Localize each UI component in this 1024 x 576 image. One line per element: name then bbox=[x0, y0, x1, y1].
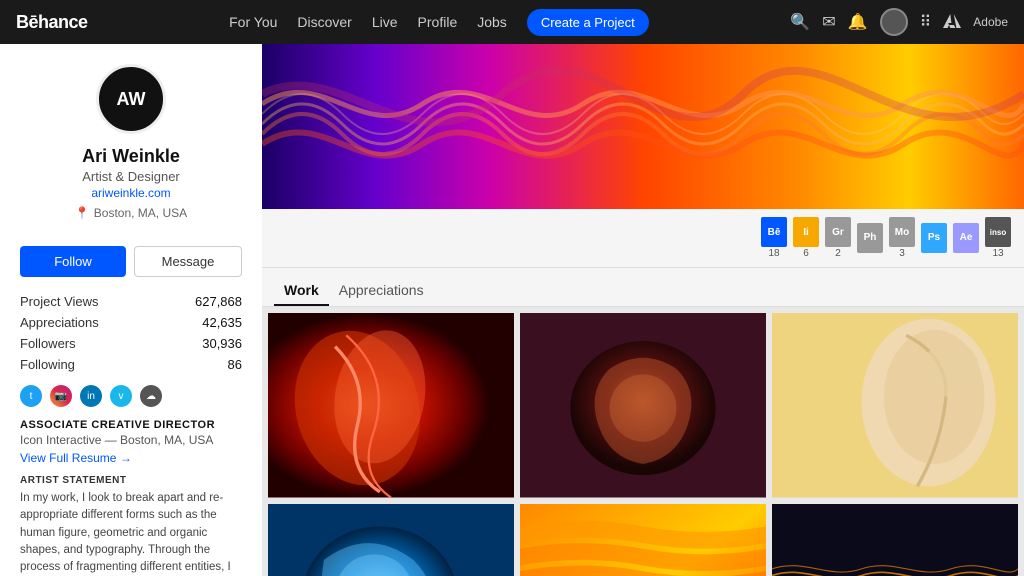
gallery-grid bbox=[262, 307, 1024, 576]
badge-ps[interactable]: Ps bbox=[920, 223, 948, 254]
profile-name: Ari Weinkle bbox=[20, 146, 242, 167]
gallery-item-5[interactable] bbox=[520, 504, 766, 576]
cover-image bbox=[262, 44, 1024, 209]
ps-badge-icon: Ps bbox=[921, 223, 947, 253]
job-section: Associate Creative Director Icon Interac… bbox=[20, 419, 242, 465]
illustrator-badge-icon: Ii bbox=[793, 217, 819, 247]
artist-statement-text: In my work, I look to break apart and re… bbox=[20, 490, 242, 576]
nav-profile[interactable]: Profile bbox=[418, 14, 458, 30]
gr-badge-icon: Gr bbox=[825, 217, 851, 247]
badge-gr[interactable]: Gr 2 bbox=[824, 217, 852, 259]
nav-for-you[interactable]: For You bbox=[229, 14, 277, 30]
badge-behance[interactable]: Bē 18 bbox=[760, 217, 788, 259]
illustrator-badge-count: 6 bbox=[803, 248, 809, 259]
mo-badge-count: 3 bbox=[899, 248, 905, 259]
search-icon[interactable]: 🔍 bbox=[790, 12, 810, 32]
gallery-item-6[interactable] bbox=[772, 504, 1018, 576]
profile-header: AW Ari Weinkle Artist & Designer ariwein… bbox=[0, 44, 262, 232]
user-avatar[interactable] bbox=[880, 8, 908, 36]
inso-badge-icon: inso bbox=[985, 217, 1011, 247]
cover-art bbox=[262, 44, 1024, 209]
linkedin-icon[interactable]: in bbox=[80, 385, 102, 407]
social-icons: t 📷 in v ☁ bbox=[20, 385, 242, 407]
mo-badge-icon: Mo bbox=[889, 217, 915, 247]
other-social-icon[interactable]: ☁ bbox=[140, 385, 162, 407]
nav-live[interactable]: Live bbox=[372, 14, 398, 30]
stats-table: Project Views 627,868 Appreciations 42,6… bbox=[20, 291, 242, 375]
tabs-row: Work Appreciations bbox=[262, 268, 1024, 307]
ph-badge-icon: Ph bbox=[857, 223, 883, 253]
follow-button[interactable]: Follow bbox=[20, 246, 126, 277]
profile-sidebar: AW Ari Weinkle Artist & Designer ariwein… bbox=[0, 44, 262, 576]
gallery-item-2[interactable] bbox=[520, 313, 766, 498]
vimeo-icon[interactable]: v bbox=[110, 385, 132, 407]
main-layout: AW Ari Weinkle Artist & Designer ariwein… bbox=[0, 44, 1024, 576]
grid-icon[interactable]: ⠿ bbox=[920, 12, 932, 32]
inso-badge-count: 13 bbox=[992, 248, 1003, 259]
twitter-icon[interactable]: t bbox=[20, 385, 42, 407]
gallery-art-3 bbox=[772, 313, 1018, 498]
gallery-art-5 bbox=[520, 504, 766, 576]
mail-icon[interactable]: ✉ bbox=[822, 12, 835, 32]
artist-statement-label: ARTIST STATEMENT bbox=[20, 475, 242, 486]
cover-svg bbox=[262, 44, 1024, 209]
navbar: Bēhance For You Discover Live Profile Jo… bbox=[0, 0, 1024, 44]
create-project-button[interactable]: Create a Project bbox=[527, 9, 649, 36]
profile-website[interactable]: ariweinkle.com bbox=[20, 186, 242, 200]
instagram-icon[interactable]: 📷 bbox=[50, 385, 72, 407]
gallery-art-2 bbox=[520, 313, 766, 498]
gallery-art-6 bbox=[772, 504, 1018, 576]
profile-actions: Follow Message bbox=[20, 246, 242, 277]
stat-project-views: Project Views 627,868 bbox=[20, 291, 242, 312]
profile-location: 📍 Boston, MA, USA bbox=[20, 206, 242, 220]
gallery-art-4 bbox=[268, 504, 514, 576]
badge-mo[interactable]: Mo 3 bbox=[888, 217, 916, 259]
tab-work[interactable]: Work bbox=[274, 276, 329, 306]
message-button[interactable]: Message bbox=[134, 246, 242, 277]
behance-badge-count: 18 bbox=[768, 248, 779, 259]
adobe-logo-icon bbox=[943, 12, 961, 33]
nav-jobs[interactable]: Jobs bbox=[477, 14, 507, 30]
stat-followers: Followers 30,936 bbox=[20, 333, 242, 354]
behance-badge-icon: Bē bbox=[761, 217, 787, 247]
gallery-item-1[interactable] bbox=[268, 313, 514, 498]
profile-avatar: AW bbox=[96, 64, 166, 134]
stat-appreciations: Appreciations 42,635 bbox=[20, 312, 242, 333]
profile-title: Artist & Designer bbox=[20, 169, 242, 184]
badge-ae[interactable]: Ae bbox=[952, 223, 980, 254]
notification-icon[interactable]: 🔔 bbox=[848, 12, 868, 32]
navbar-right: 🔍 ✉ 🔔 ⠿ Adobe bbox=[790, 8, 1008, 36]
ae-badge-icon: Ae bbox=[953, 223, 979, 253]
avatar-initials: AW bbox=[117, 89, 146, 110]
gallery-art-1 bbox=[268, 313, 514, 498]
stat-following: Following 86 bbox=[20, 354, 242, 375]
tab-appreciations[interactable]: Appreciations bbox=[329, 276, 434, 306]
view-resume-link[interactable]: View Full Resume → bbox=[20, 451, 242, 465]
badge-ph[interactable]: Ph bbox=[856, 223, 884, 254]
badge-illustrator[interactable]: Ii 6 bbox=[792, 217, 820, 259]
nav-discover[interactable]: Discover bbox=[297, 14, 351, 30]
badges-row: Bē 18 Ii 6 Gr 2 Ph Mo 3 Ps bbox=[262, 209, 1024, 268]
gallery-item-4[interactable] bbox=[268, 504, 514, 576]
adobe-label: Adobe bbox=[973, 15, 1008, 29]
brand-logo[interactable]: Bēhance bbox=[16, 12, 88, 33]
location-pin-icon: 📍 bbox=[75, 206, 90, 220]
gallery-item-3[interactable] bbox=[772, 313, 1018, 498]
nav-links: For You Discover Live Profile Jobs Creat… bbox=[112, 9, 767, 36]
gr-badge-count: 2 bbox=[835, 248, 841, 259]
badge-inso[interactable]: inso 13 bbox=[984, 217, 1012, 259]
content-area: Bē 18 Ii 6 Gr 2 Ph Mo 3 Ps bbox=[262, 44, 1024, 576]
